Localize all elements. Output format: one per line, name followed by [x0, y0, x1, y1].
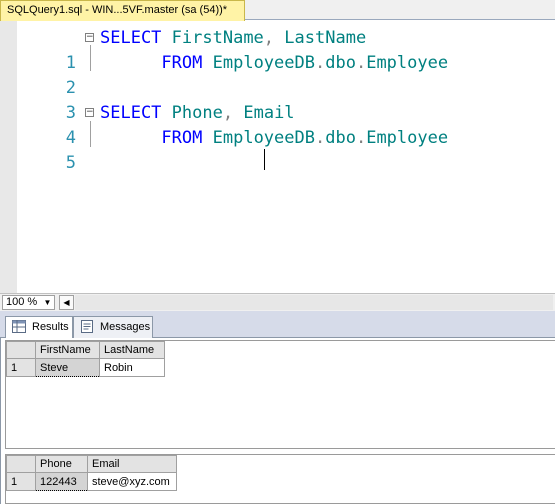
- code-line-2: 2 FROM EmployeeDB.dbo.Employee: [0, 51, 555, 98]
- grid-corner[interactable]: [6, 455, 36, 473]
- code-line-4: 4 − SELECT Phone, Email: [0, 101, 555, 148]
- keyword: FROM: [161, 128, 203, 148]
- document-tab-title: SQLQuery1.sql - WIN...5VF.master (sa (54…: [7, 4, 228, 16]
- identifier: Phone: [171, 103, 223, 123]
- column-header[interactable]: LastName: [99, 341, 165, 359]
- code-line-5: 5 FROM EmployeeDB.dbo.Employee: [0, 126, 555, 173]
- result-table-1: FirstName LastName 1 Steve Robin: [6, 341, 165, 377]
- tab-results[interactable]: Results: [5, 316, 73, 339]
- document-tab[interactable]: SQLQuery1.sql - WIN...5VF.master (sa (54…: [0, 0, 245, 21]
- code-line-3: 3: [0, 76, 555, 123]
- collapse-icon[interactable]: −: [85, 108, 94, 117]
- identifier: Employee: [366, 53, 449, 73]
- result-table-2: Phone Email 1 122443 steve@xyz.com: [6, 455, 177, 491]
- punctuation: .: [314, 128, 326, 148]
- zoom-dropdown[interactable]: 100 % ▼: [2, 295, 55, 310]
- punctuation: .: [355, 128, 367, 148]
- identifier: EmployeeDB: [212, 53, 315, 73]
- results-tab-bar: Results Messages: [0, 311, 555, 339]
- messages-icon: [81, 320, 93, 333]
- tab-messages-label: Messages: [100, 321, 151, 333]
- tab-results-label: Results: [32, 321, 69, 333]
- keyword: SELECT: [100, 103, 162, 123]
- horizontal-scrollbar[interactable]: [75, 295, 553, 310]
- table-row: 1 Steve Robin: [6, 358, 165, 377]
- column-header[interactable]: FirstName: [35, 341, 100, 359]
- grid-corner[interactable]: [6, 341, 36, 359]
- table-cell[interactable]: steve@xyz.com: [87, 472, 177, 491]
- identifier: FirstName: [171, 28, 264, 48]
- header-row: FirstName LastName: [6, 341, 165, 359]
- punctuation: ,: [263, 28, 275, 48]
- punctuation: ,: [222, 103, 234, 123]
- chevron-down-icon[interactable]: ▼: [42, 296, 53, 309]
- results-pane: FirstName LastName 1 Steve Robin Phone E…: [0, 338, 555, 504]
- line-number: 5: [65, 153, 76, 173]
- scroll-left-icon[interactable]: ◀: [59, 295, 74, 310]
- row-header[interactable]: 1: [6, 472, 36, 491]
- collapse-icon[interactable]: −: [85, 33, 94, 42]
- row-header[interactable]: 1: [6, 358, 36, 377]
- result-grid-2[interactable]: Phone Email 1 122443 steve@xyz.com: [5, 454, 555, 504]
- identifier: dbo: [325, 128, 356, 148]
- query-editor[interactable]: 1 − SELECT FirstName, LastName 2 FROM Em…: [0, 21, 555, 293]
- column-header[interactable]: Email: [87, 455, 177, 473]
- result-grid-1[interactable]: FirstName LastName 1 Steve Robin: [5, 340, 555, 449]
- identifier: Employee: [366, 128, 449, 148]
- punctuation: .: [355, 53, 367, 73]
- tab-messages[interactable]: Messages: [73, 316, 153, 338]
- text-caret: [264, 149, 265, 170]
- identifier: Email: [243, 103, 295, 123]
- editor-status-bar: 100 % ▼ ◀: [0, 293, 555, 311]
- column-header[interactable]: Phone: [35, 455, 88, 473]
- identifier: EmployeeDB: [212, 128, 315, 148]
- punctuation: .: [314, 53, 326, 73]
- table-row: 1 122443 steve@xyz.com: [6, 472, 177, 491]
- table-cell[interactable]: Robin: [99, 358, 165, 377]
- identifier: LastName: [284, 28, 367, 48]
- grid-icon: [12, 320, 26, 333]
- document-tab-strip: SQLQuery1.sql - WIN...5VF.master (sa (54…: [0, 0, 555, 21]
- keyword: SELECT: [100, 28, 162, 48]
- header-row: Phone Email: [6, 455, 177, 473]
- identifier: dbo: [325, 53, 356, 73]
- zoom-value: 100 %: [6, 296, 38, 308]
- code-line-1: 1 − SELECT FirstName, LastName: [0, 26, 555, 73]
- table-cell[interactable]: 122443: [35, 472, 88, 491]
- table-cell[interactable]: Steve: [35, 358, 100, 377]
- keyword: FROM: [161, 53, 203, 73]
